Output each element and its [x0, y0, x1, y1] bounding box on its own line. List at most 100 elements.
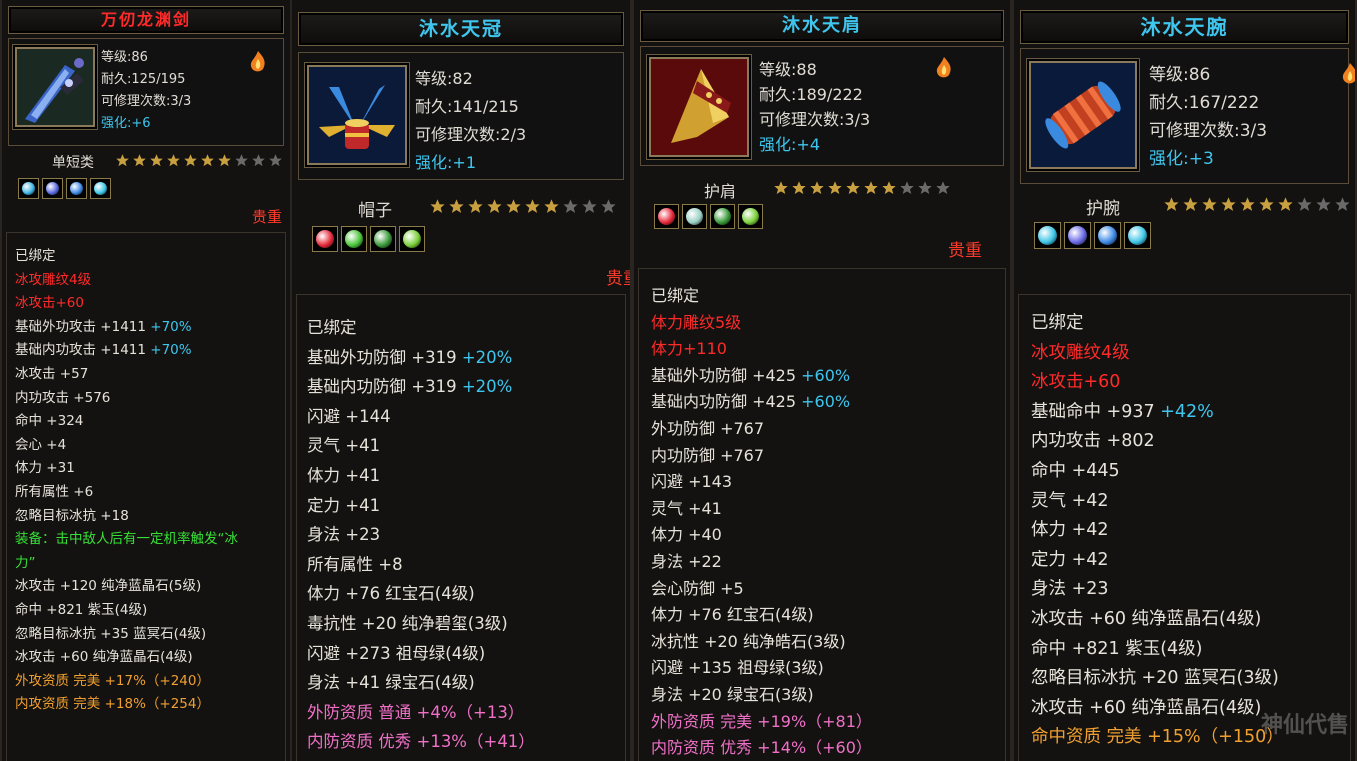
attribute-bonus: +20%	[461, 377, 513, 397]
item-name: 万仞龙渊剑	[100, 10, 191, 29]
attribute-text: 忽略目标冰抗 +20 蓝冥石(3级)	[1031, 668, 1279, 689]
enhance-value: +1	[452, 153, 476, 172]
star-filled-icon	[1219, 196, 1238, 217]
flame-icon	[933, 55, 955, 83]
attribute-line: 忽略目标冰抗 +18	[15, 505, 285, 529]
attribute-line: 闪避 +144	[307, 402, 625, 432]
attribute-line: 已绑定	[15, 245, 285, 269]
item-attributes: 已绑定 基础外功防御 +319 +20% 基础内功防御 +319 +20% 闪避 +1…	[296, 294, 626, 761]
star-filled-icon	[165, 153, 182, 172]
attribute-line: 体力 +41	[307, 461, 625, 491]
attribute-text: 内功攻击 +576	[15, 389, 111, 406]
attribute-text: 命中 +821 紫玉(4级)	[15, 601, 148, 618]
item-enhance: 强化:+6	[101, 113, 191, 135]
star-filled-icon	[880, 180, 898, 200]
item-enhance: 强化:+1	[415, 149, 526, 177]
attribute-text: 外防资质 完美 +19%（+81）	[651, 711, 872, 731]
item-tooltip-crown: 沐水天冠 等级:82 耐久:141/215 可修理次数:2/3 强化:+1 帽子贵重已绑…	[290, 0, 632, 761]
attribute-text: 身法 +23	[1031, 579, 1109, 600]
star-empty-icon	[934, 180, 952, 200]
item-tooltip-bracer: 沐水天腕 等级:86 耐久:167/222 可修理次数:3/3 强化:+3 护腕 已绑定冰…	[1012, 0, 1357, 761]
star-filled-icon	[790, 180, 808, 200]
star-filled-icon	[148, 153, 165, 172]
item-attributes: 已绑定 冰攻雕纹4级 冰攻击+60 基础外功攻击 +1411 +70% 基础内功攻击 +…	[6, 232, 286, 761]
attribute-line: 灵气 +41	[651, 496, 1005, 523]
item-title-bar: 万仞龙渊剑	[8, 6, 284, 34]
attribute-text: 体力 +76 红宝石(4级)	[651, 605, 814, 625]
attribute-text: 身法 +23	[307, 525, 381, 545]
attribute-text: 基础外功攻击 +1411	[15, 318, 151, 335]
attribute-text: 冰攻击 +120 纯净蓝晶石(5级)	[15, 578, 202, 595]
attribute-text: 力”	[15, 554, 36, 571]
attribute-line: 命中 +324	[15, 410, 285, 434]
star-filled-icon	[447, 198, 466, 219]
attribute-text: 体力 +40	[651, 525, 722, 545]
gem-sockets	[1034, 222, 1154, 253]
attribute-text: 会心 +4	[15, 436, 67, 453]
gem-icon	[18, 178, 39, 199]
attribute-line: 外攻资质 完美 +17%（+240）	[15, 670, 285, 694]
star-filled-icon	[1276, 196, 1295, 217]
attribute-text: 基础外功防御 +425	[651, 365, 802, 385]
attribute-text: 体力 +76 红宝石(4级)	[307, 584, 475, 604]
star-filled-icon	[808, 180, 826, 200]
attribute-line: 忽略目标冰抗 +20 蓝冥石(3级)	[1031, 664, 1350, 694]
item-durability: 耐久:167/222	[1149, 93, 1260, 113]
star-filled-icon	[1181, 196, 1200, 217]
attribute-line: 基础外功防御 +319 +20%	[307, 343, 625, 373]
attribute-text: 闪避 +135 祖母绿(3级)	[651, 658, 824, 678]
attribute-text: 冰攻雕纹4级	[15, 271, 92, 288]
item-category: 帽子	[358, 201, 392, 221]
item-title-bar: 沐水天腕	[1020, 10, 1349, 44]
attribute-line: 力”	[15, 552, 285, 576]
attribute-line: 体力 +76 红宝石(4级)	[307, 579, 625, 609]
star-filled-icon	[772, 180, 790, 200]
attribute-line: 体力雕纹5级	[651, 310, 1005, 337]
item-quality: 贵重	[251, 208, 282, 226]
item-repair-count: 可修理次数:2/3	[415, 125, 527, 144]
attribute-text: 冰攻击 +60 纯净蓝晶石(4级)	[1031, 697, 1262, 718]
star-filled-icon	[523, 198, 542, 219]
attribute-text: 命中 +445	[1031, 460, 1120, 481]
gem-icon	[42, 178, 63, 199]
gem-icon	[1064, 222, 1091, 249]
gem-icon	[682, 204, 707, 229]
item-durability: 耐久:141/215	[415, 97, 519, 116]
attribute-line: 冰攻击+60	[15, 292, 285, 316]
attribute-line: 会心 +4	[15, 434, 285, 458]
gem-icon	[1094, 222, 1121, 249]
star-empty-icon	[1314, 196, 1333, 217]
item-info-box: 等级:88 耐久:189/222 可修理次数:3/3 强化:+4	[640, 46, 1004, 166]
attribute-text: 体力雕纹5级	[651, 312, 742, 332]
item-durability: 耐久:189/222	[759, 85, 863, 104]
attribute-text: 基础外功防御 +319	[307, 347, 462, 367]
attribute-line: 身法 +22	[651, 549, 1005, 576]
sword-icon	[15, 47, 95, 127]
star-empty-icon	[898, 180, 916, 200]
enhance-label: 强化:	[415, 153, 453, 172]
attribute-text: 已绑定	[651, 286, 700, 305]
attribute-line: 冰攻雕纹4级	[15, 269, 285, 293]
attribute-line: 基础外功攻击 +1411 +70%	[15, 316, 285, 340]
attribute-text: 外防资质 普通 +4%（+13）	[307, 702, 525, 722]
attribute-text: 命中资质 完美 +15%（+150）	[1031, 727, 1284, 748]
attribute-line: 内防资质 优秀 +14%（+60）	[651, 735, 1005, 761]
attribute-line: 内功攻击 +802	[1031, 427, 1350, 457]
attribute-line: 内功攻击 +576	[15, 387, 285, 411]
item-attributes: 已绑定 冰攻雕纹4级 冰攻击+60 基础命中 +937 +42% 内功攻击 +802 命中…	[1018, 294, 1351, 761]
attribute-text: 冰攻雕纹4级	[1031, 342, 1130, 363]
gem-icon	[654, 204, 679, 229]
attribute-text: 冰攻击 +60 纯净蓝晶石(4级)	[15, 649, 193, 666]
attribute-text: 内防资质 优秀 +13%（+41）	[307, 732, 535, 752]
item-info-box: 等级:82 耐久:141/215 可修理次数:2/3 强化:+1	[298, 52, 624, 180]
attribute-line: 身法 +23	[307, 520, 625, 550]
item-durability: 耐久:125/195	[101, 72, 186, 87]
attribute-text: 灵气 +41	[651, 498, 722, 518]
attribute-text: 体力 +31	[15, 460, 75, 477]
item-info-box: 等级:86 耐久:167/222 可修理次数:3/3 强化:+3	[1020, 48, 1355, 184]
star-filled-icon	[485, 198, 504, 219]
enhance-value: +6	[131, 116, 151, 131]
attribute-text: 忽略目标冰抗 +35 蓝冥石(4级)	[15, 625, 207, 642]
attribute-line: 闪避 +273 祖母绿(4级)	[307, 639, 625, 669]
attribute-line: 已绑定	[651, 283, 1005, 310]
